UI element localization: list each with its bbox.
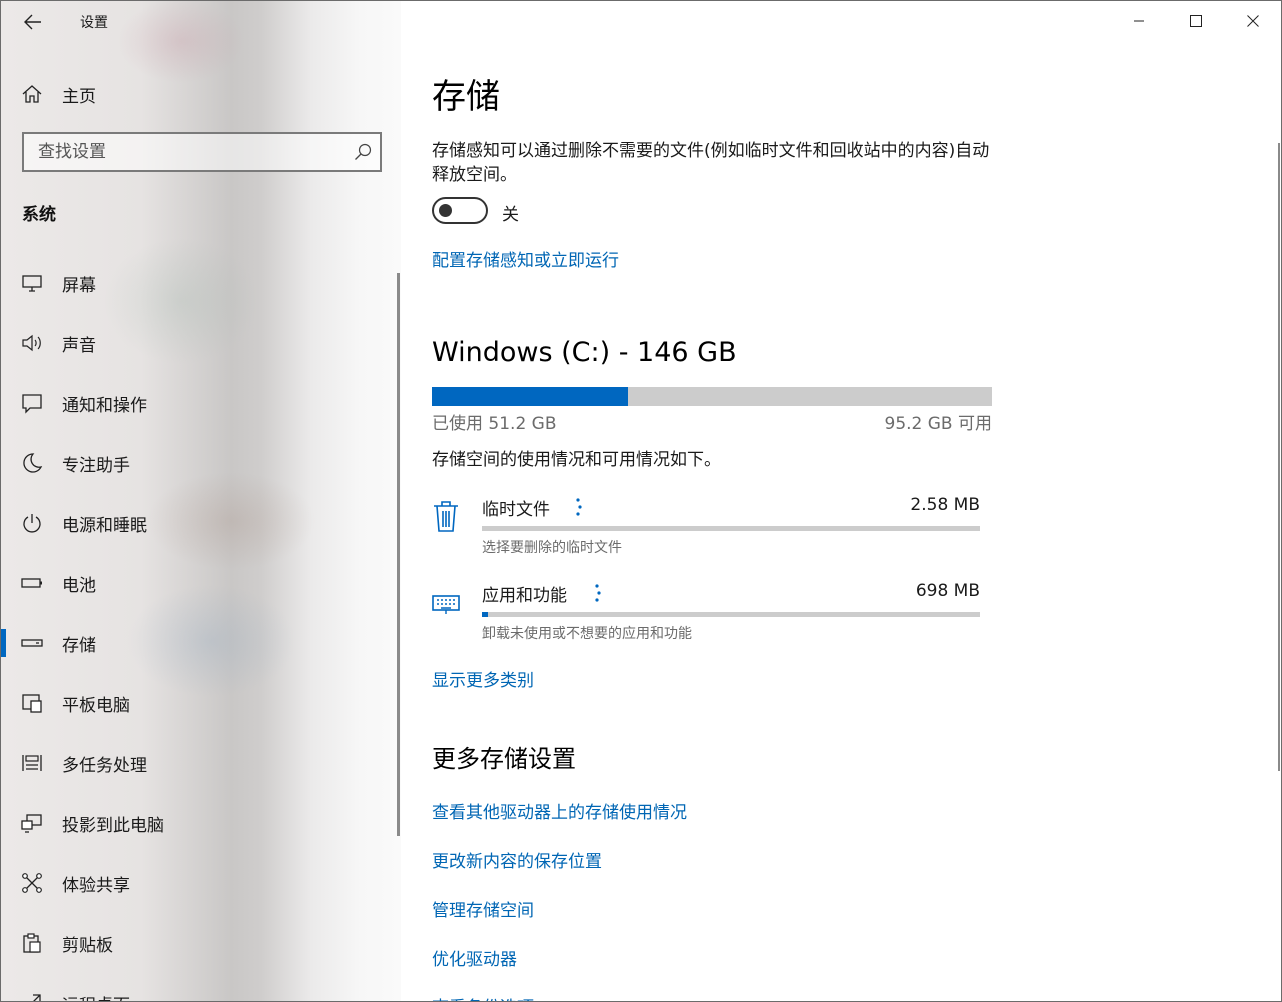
notification-icon — [22, 394, 42, 414]
tablet-icon — [22, 694, 42, 713]
moon-icon — [23, 453, 43, 473]
configure-storage-sense-link[interactable]: 配置存储感知或立即运行 — [432, 246, 619, 271]
sidebar-item-label: 主页 — [62, 87, 96, 107]
close-icon — [1246, 15, 1259, 27]
sidebar-item-label: 远程桌面 — [62, 991, 130, 1001]
sidebar-item-label: 平板电脑 — [62, 696, 130, 716]
maximize-icon — [1189, 15, 1202, 27]
storage-drive-icon — [21, 639, 43, 647]
page-title: 存储 — [432, 77, 500, 117]
sidebar-item-label: 电源和睡眠 — [62, 516, 147, 536]
sidebar-item-tablet[interactable]: 平板电脑 — [1, 673, 397, 733]
sidebar-item-clipboard[interactable]: 剪贴板 — [1, 913, 397, 973]
sidebar-item-shared-experiences[interactable]: 体验共享 — [1, 853, 397, 913]
usage-intro: 存储空间的使用情况和可用情况如下。 — [432, 450, 721, 470]
storage-sense-description: 存储感知可以通过删除不需要的文件(例如临时文件和回收站中的内容)自动释放空间。 — [432, 141, 990, 185]
sidebar-item-sound[interactable]: 声音 — [1, 313, 397, 373]
sidebar-item-label: 通知和操作 — [62, 396, 147, 416]
sidebar-item-multitasking[interactable]: 多任务处理 — [1, 733, 397, 793]
apps-keyboard-icon — [432, 595, 460, 614]
trash-icon — [434, 501, 458, 532]
battery-icon — [21, 578, 42, 588]
toggle-knob — [439, 204, 452, 217]
sidebar-item-remote-desktop[interactable]: 远程桌面 — [1, 973, 397, 1001]
sidebar-item-label: 屏幕 — [62, 276, 96, 296]
change-save-location-link[interactable]: 更改新内容的保存位置 — [432, 847, 602, 872]
category-temp-files[interactable]: 临时文件 2.58 MB 选择要删除的临时文件 — [432, 495, 992, 565]
sidebar-item-project[interactable]: 投影到此电脑 — [1, 793, 397, 853]
search-box — [22, 132, 382, 172]
section-title: 系统 — [22, 205, 56, 225]
sidebar-item-label: 声音 — [62, 336, 96, 356]
drive-title: Windows (C:) - 146 GB — [432, 337, 737, 368]
sidebar-item-storage[interactable]: 存储 — [1, 613, 397, 673]
category-name: 临时文件 — [482, 500, 550, 520]
category-usage-fill — [482, 612, 489, 617]
loading-spinner-icon — [595, 584, 601, 602]
category-size: 698 MB — [915, 581, 980, 601]
search-icon[interactable] — [354, 143, 372, 161]
power-icon — [23, 514, 41, 533]
view-other-drives-link[interactable]: 查看其他驱动器上的存储使用情况 — [432, 798, 687, 823]
storage-sense-toggle[interactable] — [432, 197, 488, 224]
speaker-icon — [22, 334, 41, 352]
category-subtitle: 选择要删除的临时文件 — [482, 540, 622, 556]
close-button[interactable] — [1224, 1, 1281, 41]
main-content: 存储 存储感知可以通过删除不需要的文件(例如临时文件和回收站中的内容)自动释放空… — [402, 1, 1281, 1001]
drive-free-label: 95.2 GB 可用 — [884, 414, 993, 434]
minimize-icon — [1133, 20, 1144, 22]
maximize-button[interactable] — [1167, 1, 1224, 41]
minimize-button[interactable] — [1110, 1, 1167, 41]
sidebar-item-focus-assist[interactable]: 专注助手 — [1, 433, 397, 493]
sidebar-item-label: 体验共享 — [62, 876, 130, 896]
category-usage-bar — [482, 526, 980, 531]
shared-experiences-icon — [22, 873, 42, 893]
clipboard-icon — [23, 933, 41, 953]
drive-usage-bar — [432, 387, 992, 406]
backup-options-link[interactable]: 查看备份选项 — [432, 993, 534, 1001]
sidebar-nav: 屏幕 声音 通知和操作 专注助手 电源和睡眠 电池 存储 平板电脑 多任务处理 … — [1, 253, 397, 1001]
loading-spinner-icon — [576, 498, 582, 516]
sidebar: 设置 主页 系统 屏幕 — [1, 1, 401, 1001]
projecting-icon — [21, 814, 42, 833]
monitor-icon — [22, 275, 42, 292]
sidebar-item-label: 投影到此电脑 — [62, 816, 164, 836]
category-usage-bar — [482, 612, 980, 617]
category-subtitle: 卸载未使用或不想要的应用和功能 — [482, 626, 692, 642]
search-input[interactable] — [24, 134, 344, 170]
drive-usage-fill — [432, 387, 628, 406]
drive-used-label: 已使用 51.2 GB — [432, 414, 557, 434]
sidebar-item-power-sleep[interactable]: 电源和睡眠 — [1, 493, 397, 553]
category-size: 2.58 MB — [910, 495, 980, 515]
app-title: 设置 — [80, 15, 108, 31]
sidebar-item-label: 剪贴板 — [62, 936, 113, 956]
sidebar-item-display[interactable]: 屏幕 — [1, 253, 397, 313]
back-button[interactable] — [15, 7, 51, 37]
category-apps-features[interactable]: 应用和功能 698 MB 卸载未使用或不想要的应用和功能 — [432, 581, 992, 651]
sidebar-item-label: 电池 — [62, 576, 96, 596]
back-arrow-icon — [24, 14, 41, 30]
more-storage-settings-title: 更多存储设置 — [432, 745, 576, 773]
optimize-drives-link[interactable]: 优化驱动器 — [432, 945, 517, 970]
home-icon — [22, 85, 42, 103]
category-name: 应用和功能 — [482, 586, 567, 606]
multitasking-icon — [22, 755, 42, 771]
settings-window: 设置 主页 系统 屏幕 — [0, 0, 1282, 1002]
main-scrollbar[interactable] — [1278, 143, 1280, 771]
remote-desktop-icon — [33, 994, 41, 1001]
show-more-categories-link[interactable]: 显示更多类别 — [432, 666, 534, 691]
sidebar-item-notifications[interactable]: 通知和操作 — [1, 373, 397, 433]
toggle-state-label: 关 — [502, 205, 519, 225]
sidebar-scrollbar[interactable] — [397, 273, 400, 836]
sidebar-item-label: 存储 — [62, 636, 96, 656]
sidebar-item-battery[interactable]: 电池 — [1, 553, 397, 613]
sidebar-item-label: 专注助手 — [62, 456, 130, 476]
sidebar-item-home[interactable]: 主页 — [1, 73, 397, 113]
sidebar-item-label: 多任务处理 — [62, 756, 147, 776]
manage-storage-spaces-link[interactable]: 管理存储空间 — [432, 896, 534, 921]
